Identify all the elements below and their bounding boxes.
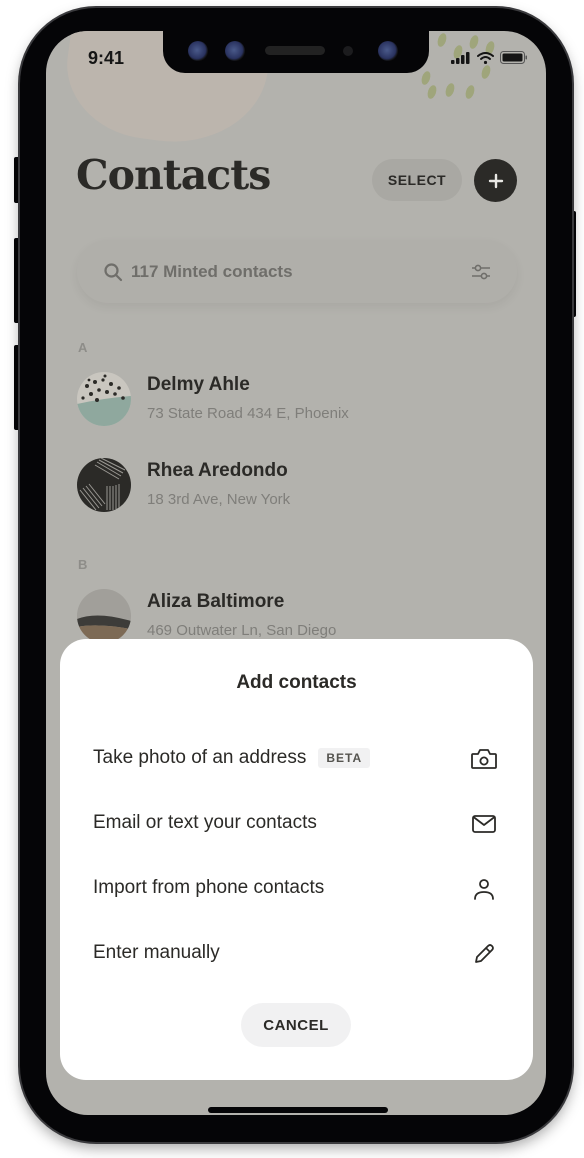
section-header: B (78, 557, 88, 572)
proximity-sensor (343, 46, 353, 56)
camera-lens (378, 41, 398, 61)
search-placeholder: 117 Minted contacts (131, 261, 293, 281)
contact-row[interactable]: Delmy Ahle 73 State Road 434 E, Phoenix (77, 372, 517, 428)
home-indicator[interactable] (208, 1107, 388, 1113)
filter-button[interactable] (471, 262, 491, 287)
cellular-signal-icon (451, 51, 470, 64)
page-title: Contacts (76, 151, 271, 199)
option-import-phone[interactable]: Import from phone contacts (93, 866, 498, 910)
wifi-icon (477, 51, 494, 64)
contact-address: 73 State Road 434 E, Phoenix (147, 405, 349, 422)
camera-icon (470, 745, 498, 773)
option-enter-manually[interactable]: Enter manually (93, 931, 498, 975)
battery-icon (500, 51, 527, 64)
contact-name: Rhea Aredondo (147, 460, 288, 481)
add-contact-button[interactable] (474, 159, 517, 202)
search-icon (104, 262, 123, 281)
camera-lens (188, 41, 208, 61)
sliders-icon (472, 264, 490, 280)
select-button[interactable]: SELECT (372, 159, 462, 201)
option-label: Take photo of an address (93, 747, 307, 768)
envelope-icon (470, 810, 498, 838)
status-time: 9:41 (88, 48, 125, 68)
option-label: Email or text your contacts (93, 812, 317, 833)
person-icon (470, 875, 498, 903)
option-label: Import from phone contacts (93, 877, 325, 898)
plus-icon (488, 173, 503, 188)
option-take-photo[interactable]: Take photo of an address BETA (93, 736, 498, 780)
avatar (77, 589, 131, 643)
option-email-or-text[interactable]: Email or text your contacts (93, 801, 498, 845)
cancel-button[interactable]: CANCEL (241, 1003, 351, 1047)
contact-address: 469 Outwater Ln, San Diego (147, 622, 337, 639)
add-contacts-sheet: Add contacts Take photo of an address BE… (60, 639, 533, 1080)
phone-screen: 9:41 Contacts SELECT 117 Minted contacts… (46, 31, 546, 1115)
contact-row[interactable]: Aliza Baltimore 469 Outwater Ln, San Die… (77, 589, 517, 645)
section-header: A (78, 340, 88, 355)
avatar (77, 372, 131, 426)
option-label: Enter manually (93, 942, 220, 963)
search-input[interactable]: 117 Minted contacts (77, 240, 517, 303)
beta-badge: BETA (318, 748, 371, 768)
camera-notch (163, 31, 429, 73)
contact-address: 18 3rd Ave, New York (147, 491, 291, 508)
contact-row[interactable]: Rhea Aredondo 18 3rd Ave, New York (77, 458, 517, 514)
contact-name: Delmy Ahle (147, 374, 250, 395)
earpiece-speaker (265, 46, 325, 55)
contact-name: Aliza Baltimore (147, 591, 285, 612)
sheet-title: Add contacts (236, 672, 357, 693)
avatar (77, 458, 131, 512)
status-icons (451, 51, 528, 64)
camera-lens (225, 41, 245, 61)
pencil-icon (470, 940, 498, 968)
